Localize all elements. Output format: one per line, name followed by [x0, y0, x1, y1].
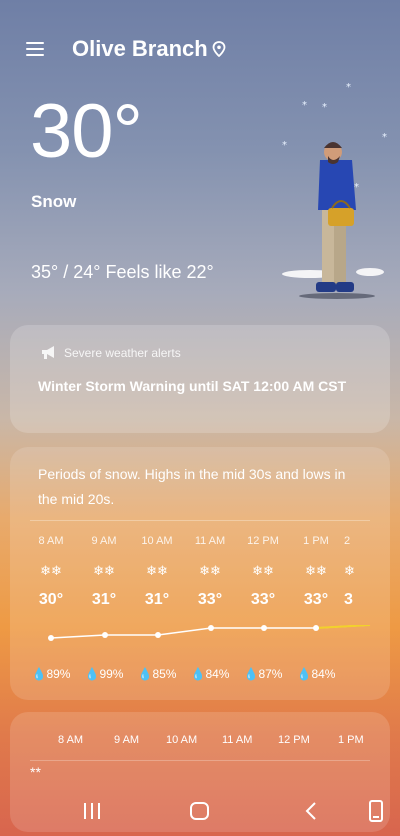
hour-time: 1 PM	[338, 734, 364, 746]
hourly-forecast[interactable]: 8 AM ❄❄ 30° 💧89% 9 AM ❄❄ 31° 💧99% 10 AM …	[30, 535, 390, 685]
hourly-forecast-card[interactable]: Periods of snow. Highs in the mid 30s an…	[10, 447, 390, 700]
hour-temp: 3	[344, 591, 353, 608]
divider	[30, 520, 370, 521]
hour-temp: 31°	[144, 591, 170, 608]
svg-text:*: *	[322, 102, 327, 113]
svg-text:*: *	[302, 100, 307, 111]
hour-column-partial: 2 ❄ 3	[344, 535, 384, 615]
hour-column: 8 AM ❄❄ 30° 💧89%	[25, 535, 77, 681]
snow-icon: ❄❄	[146, 563, 168, 578]
megaphone-icon	[42, 346, 54, 359]
snow-icon: ❄❄	[305, 563, 327, 578]
recent-apps-icon[interactable]	[80, 800, 104, 822]
alert-title: Severe weather alerts	[64, 346, 181, 360]
forecast-summary: Periods of snow. Highs in the mid 30s an…	[38, 466, 346, 507]
hour-time: 9 AM	[114, 734, 140, 746]
hour-time: 1 PM	[303, 535, 329, 547]
severe-weather-alert-card[interactable]: Severe weather alerts Winter Storm Warni…	[10, 325, 390, 433]
menu-icon[interactable]	[26, 40, 46, 58]
svg-text:*: *	[354, 182, 359, 193]
high-low-feels-like: 35° / 24° Feels like 22°	[31, 262, 214, 282]
hour-column: 12 PM ❄❄ 33° 💧87%	[237, 535, 289, 681]
back-icon[interactable]	[300, 800, 324, 822]
hour-temp: 33°	[303, 591, 329, 608]
location-name[interactable]: Olive Branch	[72, 36, 208, 62]
hour-precip: 💧85%	[137, 667, 177, 681]
hour-precip: 💧87%	[243, 667, 283, 681]
home-icon[interactable]	[188, 800, 212, 822]
snow-icon: **	[30, 764, 41, 780]
hour-column: 11 AM ❄❄ 33° 💧84%	[184, 535, 236, 681]
snow-icon: ❄❄	[40, 563, 62, 578]
temperature-trend-line	[48, 625, 371, 641]
snow-icon: ❄❄	[252, 563, 274, 578]
alert-text: Winter Storm Warning until SAT 12:00 AM …	[38, 378, 347, 394]
hour-precip: 💧84%	[296, 667, 336, 681]
hour-time: 10 AM	[141, 535, 173, 547]
hour-column: 9 AM ❄❄ 31° 💧99%	[78, 535, 130, 681]
hour-time: 12 PM	[247, 535, 279, 547]
hour-precip: 💧89%	[31, 667, 71, 681]
phone-screen-icon[interactable]	[364, 800, 388, 822]
hour-temp: 30°	[38, 591, 64, 608]
hour-time: 10 AM	[166, 734, 198, 746]
hour-time: 9 AM	[91, 535, 117, 547]
hour-time: 2	[344, 535, 351, 547]
hour-temp: 31°	[91, 591, 117, 608]
current-temperature: 30°	[30, 89, 143, 174]
hour-time: 8 AM	[58, 734, 84, 746]
snow-icon: ❄❄	[199, 563, 221, 578]
snow-icon: ❄❄	[93, 563, 115, 578]
hour-temp: 33°	[250, 591, 276, 608]
hour-temp: 33°	[197, 591, 223, 608]
hour-precip: 💧84%	[190, 667, 230, 681]
hour-column: 1 PM ❄❄ 33° 💧84%	[290, 535, 342, 681]
divider	[30, 760, 370, 761]
svg-text:*: *	[282, 140, 287, 151]
hour-time: 11 AM	[194, 535, 226, 547]
system-navigation-bar	[0, 786, 400, 836]
hour-column: 10 AM ❄❄ 31° 💧85%	[131, 535, 183, 681]
hour-time: 8 AM	[38, 535, 64, 547]
hour-precip: 💧99%	[84, 667, 124, 681]
location-pin-icon	[212, 41, 226, 57]
snow-icon: ❄	[344, 563, 355, 578]
hour-time: 11 AM	[222, 734, 253, 746]
current-condition: Snow	[31, 192, 77, 211]
weather-illustration: * * * * * * *	[282, 82, 387, 299]
svg-text:*: *	[382, 132, 387, 143]
hour-time: 12 PM	[278, 734, 310, 746]
svg-text:*: *	[346, 82, 351, 93]
